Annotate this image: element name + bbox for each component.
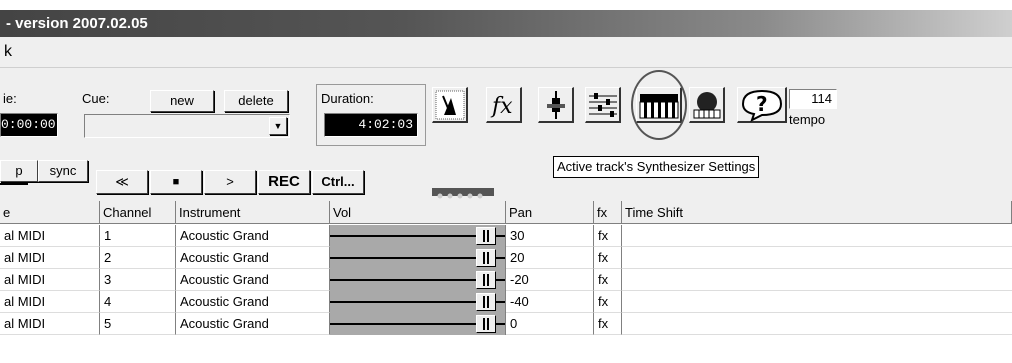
highlight-circle bbox=[631, 70, 687, 140]
cell-device: al MIDI bbox=[0, 313, 100, 335]
tempo-input[interactable]: 114 bbox=[789, 89, 837, 109]
new-cue-button[interactable]: new bbox=[150, 90, 214, 112]
tempo-label: tempo bbox=[789, 112, 826, 127]
cell-timeshift bbox=[622, 313, 1012, 335]
title-bar: - version 2007.02.05 bbox=[0, 10, 1012, 37]
fx-icon[interactable]: fx bbox=[486, 87, 522, 123]
window-title: - version 2007.02.05 bbox=[6, 15, 148, 32]
rewind-button[interactable]: ≪ bbox=[96, 170, 148, 194]
cell-channel: 1 bbox=[100, 225, 176, 247]
help-icon[interactable]: ? bbox=[737, 87, 787, 123]
vol-slider-thumb[interactable] bbox=[476, 315, 496, 333]
vol-slider[interactable] bbox=[330, 269, 506, 291]
header-pan: Pan bbox=[506, 201, 594, 224]
microphone-icon[interactable] bbox=[538, 87, 574, 123]
svg-text:fx: fx bbox=[490, 94, 513, 119]
cell-device: al MIDI bbox=[0, 225, 100, 247]
mixer-icon[interactable] bbox=[585, 87, 621, 123]
ctrl-button[interactable]: Ctrl... bbox=[312, 170, 364, 194]
cell-fx[interactable]: fx bbox=[594, 247, 622, 269]
cell-pan[interactable]: 30 bbox=[506, 225, 594, 247]
cell-device: al MIDI bbox=[0, 247, 100, 269]
vol-slider[interactable] bbox=[330, 225, 506, 247]
cue-select[interactable]: ▼ bbox=[84, 114, 290, 138]
cell-timeshift bbox=[622, 291, 1012, 313]
level-meter bbox=[432, 188, 494, 199]
keyboard-record-icon[interactable] bbox=[689, 87, 725, 123]
stop-button[interactable]: ■ bbox=[150, 170, 202, 194]
p-button[interactable]: p bbox=[0, 160, 38, 182]
vol-slider[interactable] bbox=[330, 291, 506, 313]
time-label: ie: bbox=[3, 91, 17, 106]
delete-cue-button[interactable]: delete bbox=[224, 90, 288, 112]
cue-label: Cue: bbox=[82, 91, 110, 106]
header-instrument: Instrument bbox=[176, 201, 330, 224]
svg-text:?: ? bbox=[756, 92, 768, 116]
vol-slider-thumb[interactable] bbox=[476, 249, 496, 267]
cell-channel: 4 bbox=[100, 291, 176, 313]
tooltip: Active track's Synthesizer Settings bbox=[553, 156, 760, 178]
cell-fx[interactable]: fx bbox=[594, 269, 622, 291]
cell-fx[interactable]: fx bbox=[594, 225, 622, 247]
chevron-down-icon[interactable]: ▼ bbox=[269, 117, 287, 135]
play-button[interactable]: > bbox=[204, 170, 256, 194]
metronome-icon[interactable] bbox=[432, 87, 468, 123]
sync-button[interactable]: sync bbox=[38, 160, 88, 182]
header-channel: Channel bbox=[100, 201, 176, 224]
cell-timeshift bbox=[622, 247, 1012, 269]
time-display: 0:00:00 bbox=[0, 113, 58, 137]
cell-timeshift bbox=[622, 225, 1012, 247]
cell-channel: 3 bbox=[100, 269, 176, 291]
cell-pan[interactable]: 20 bbox=[506, 247, 594, 269]
cell-instrument[interactable]: Acoustic Grand bbox=[176, 269, 330, 291]
cell-pan[interactable]: 0 bbox=[506, 313, 594, 335]
duration-frame bbox=[316, 84, 426, 146]
cell-instrument[interactable]: Acoustic Grand bbox=[176, 247, 330, 269]
vol-slider[interactable] bbox=[330, 313, 506, 335]
menu-item[interactable]: k bbox=[4, 43, 12, 61]
cell-fx[interactable]: fx bbox=[594, 313, 622, 335]
cell-channel: 5 bbox=[100, 313, 176, 335]
header-vol: Vol bbox=[330, 201, 506, 224]
header-timeshift: Time Shift bbox=[622, 201, 1012, 224]
cell-fx[interactable]: fx bbox=[594, 291, 622, 313]
position-slider[interactable] bbox=[0, 183, 28, 185]
vol-slider-thumb[interactable] bbox=[476, 293, 496, 311]
header-device: e bbox=[0, 201, 100, 224]
cell-device: al MIDI bbox=[0, 269, 100, 291]
cell-pan[interactable]: -20 bbox=[506, 269, 594, 291]
cell-instrument[interactable]: Acoustic Grand bbox=[176, 291, 330, 313]
cell-timeshift bbox=[622, 269, 1012, 291]
record-button[interactable]: REC bbox=[258, 170, 310, 194]
cell-device: al MIDI bbox=[0, 291, 100, 313]
menu-bar: k bbox=[0, 37, 1012, 68]
header-fx: fx bbox=[594, 201, 622, 224]
vol-slider-thumb[interactable] bbox=[476, 227, 496, 245]
vol-slider-thumb[interactable] bbox=[476, 271, 496, 289]
cell-instrument[interactable]: Acoustic Grand bbox=[176, 313, 330, 335]
cell-pan[interactable]: -40 bbox=[506, 291, 594, 313]
vol-slider[interactable] bbox=[330, 247, 506, 269]
cell-instrument[interactable]: Acoustic Grand bbox=[176, 225, 330, 247]
cell-channel: 2 bbox=[100, 247, 176, 269]
